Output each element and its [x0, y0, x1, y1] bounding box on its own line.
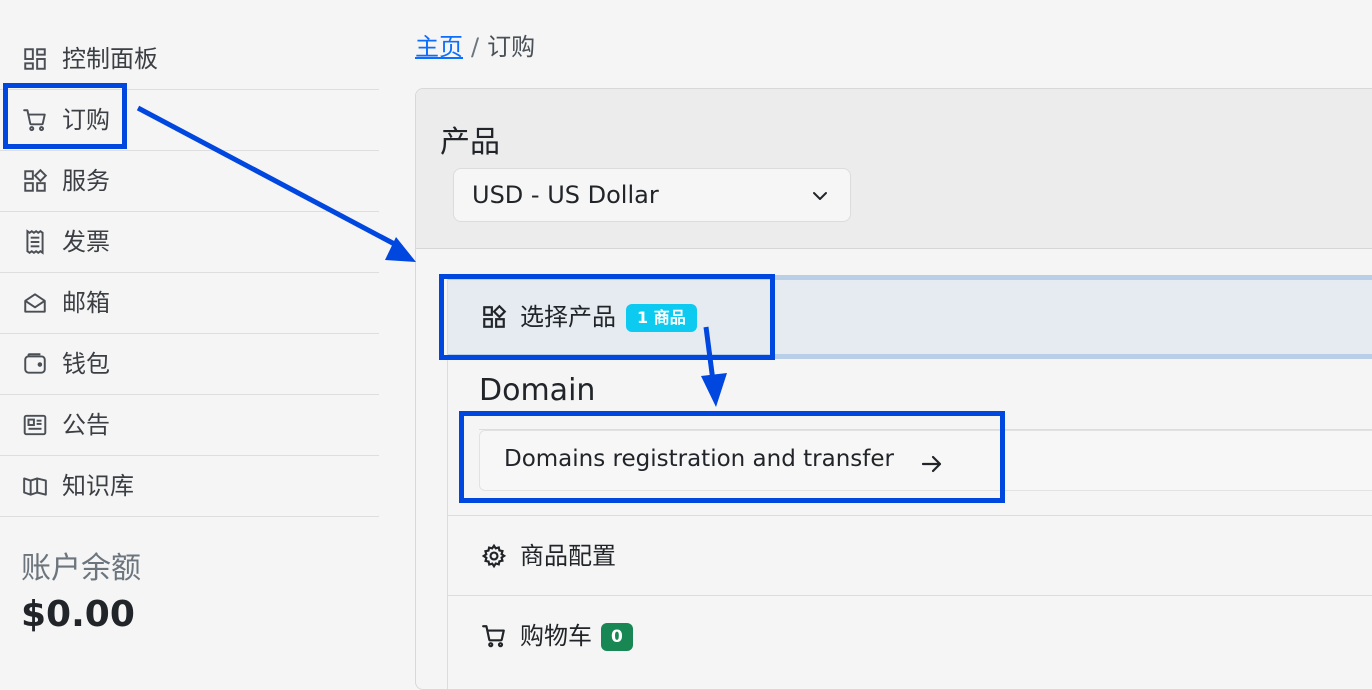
card-header: 产品 USD - US Dollar — [416, 89, 1372, 249]
card-title: 产品 — [440, 125, 500, 160]
order-card: 产品 USD - US Dollar 选择产品 1 商品 Domain Doma… — [415, 88, 1372, 690]
currency-select-value: USD - US Dollar — [472, 181, 659, 209]
sidebar-item-dashboard[interactable]: 控制面板 — [0, 29, 379, 90]
invoice-icon — [22, 229, 48, 255]
sidebar-item-wallet[interactable]: 钱包 — [0, 334, 379, 395]
sidebar-item-label: 知识库 — [62, 472, 134, 500]
sidebar-item-label: 钱包 — [62, 350, 110, 378]
sidebar-item-knowledgebase[interactable]: 知识库 — [0, 456, 379, 517]
cart-count-badge: 0 — [601, 623, 633, 651]
step-cart[interactable]: 购物车 0 — [447, 595, 1372, 689]
step-label: 商品配置 — [520, 542, 616, 570]
breadcrumb-separator: / — [471, 33, 480, 61]
services-icon — [22, 168, 48, 194]
currency-select[interactable]: USD - US Dollar — [453, 168, 851, 222]
sidebar-item-invoices[interactable]: 发票 — [0, 212, 379, 273]
wallet-icon — [22, 351, 48, 377]
book-icon — [22, 473, 48, 499]
sidebar-item-label: 发票 — [62, 228, 110, 256]
sidebar-item-label: 服务 — [62, 167, 110, 195]
breadcrumb-home-link[interactable]: 主页 — [415, 33, 463, 61]
annotation-highlight-select-product — [439, 274, 775, 360]
domain-group-title: Domain — [479, 373, 596, 408]
sidebar-item-services[interactable]: 服务 — [0, 151, 379, 212]
balance-label: 账户余额 — [21, 551, 141, 586]
gear-icon — [481, 543, 507, 569]
sidebar-item-label: 公告 — [62, 411, 110, 439]
sidebar-item-mail[interactable]: 邮箱 — [0, 273, 379, 334]
balance-value: $0.00 — [21, 594, 135, 635]
sidebar-item-announcements[interactable]: 公告 — [0, 395, 379, 456]
step-product-config[interactable]: 商品配置 — [447, 515, 1372, 595]
dashboard-icon — [22, 46, 48, 72]
step-label: 购物车 — [520, 622, 592, 650]
cart-icon — [481, 623, 507, 649]
chevron-down-icon — [813, 192, 827, 200]
breadcrumb-current: 订购 — [487, 33, 536, 61]
annotation-highlight-order — [3, 83, 127, 149]
mail-icon — [22, 290, 48, 316]
sidebar-item-label: 控制面板 — [62, 45, 158, 73]
annotation-highlight-domain-link — [459, 411, 1005, 503]
sidebar-item-label: 邮箱 — [62, 289, 110, 317]
breadcrumb: 主页 / 订购 — [415, 32, 535, 62]
news-icon — [22, 412, 48, 438]
